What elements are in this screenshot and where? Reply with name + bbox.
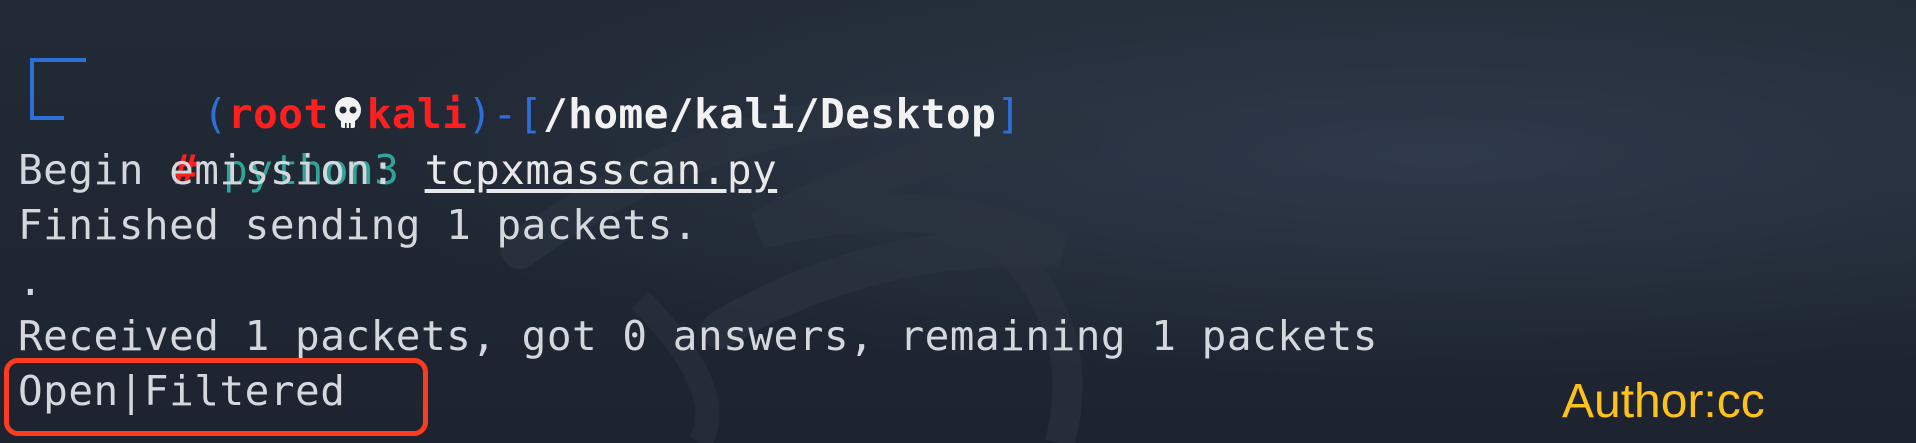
output-line-dot: . [18,257,44,305]
command-argument: tcpxmasscan.py [424,146,778,194]
output-line-received: Received 1 packets, got 0 answers, remai… [18,312,1378,360]
prompt-close-bracket: ] [996,90,1022,138]
output-line-finished: Finished sending 1 packets. [18,201,698,249]
prompt-header-line: (root kali)-[/home/kali/Desktop] [102,32,1022,138]
prompt-corner-bottom [30,96,64,120]
result-highlight-box [4,358,428,436]
author-watermark: Author:cc [1562,375,1765,428]
output-line-begin: Begin emission: [18,146,396,194]
terminal-window[interactable]: (root kali)-[/home/kali/Desktop] # pytho… [0,0,1916,443]
command-line[interactable]: # python3 tcpxmasscan.py [72,88,777,194]
